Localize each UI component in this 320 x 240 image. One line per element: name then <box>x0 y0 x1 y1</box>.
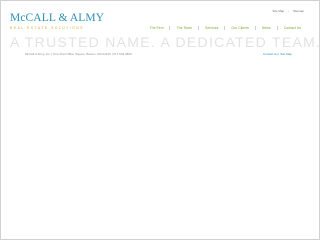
main-nav: The Firm The Team Services Our Clients N… <box>143 26 307 30</box>
logo-wordmark: McCALL & ALMY <box>10 12 105 24</box>
footer-map-link[interactable]: Contact Us | Site Map <box>263 52 292 56</box>
nav-item-the-firm[interactable]: The Firm <box>143 26 171 30</box>
footer-address: McCall & Almy, Inc. | One Post Office Sq… <box>25 52 132 56</box>
hero-tagline: A TRUSTED NAME. A DEDICATED TEAM. <box>10 34 320 50</box>
utility-link-site-map[interactable]: Site Map <box>272 9 284 13</box>
nav-item-the-team[interactable]: The Team <box>170 26 199 30</box>
utility-nav: Site Map | Sitemap <box>272 9 304 13</box>
utility-separator: | <box>288 9 289 13</box>
nav-item-our-clients[interactable]: Our Clients <box>225 26 256 30</box>
logo-subtitle: REAL ESTATE SOLUTIONS <box>10 26 84 30</box>
nav-item-news[interactable]: News <box>256 26 278 30</box>
nav-item-services[interactable]: Services <box>199 26 226 30</box>
utility-link-sitemap[interactable]: Sitemap <box>293 9 304 13</box>
page-frame: Site Map | Sitemap McCALL & ALMY REAL ES… <box>0 0 320 240</box>
nav-item-contact-us[interactable]: Contact Us <box>278 26 307 30</box>
logo[interactable]: McCALL & ALMY REAL ESTATE SOLUTIONS <box>10 12 104 30</box>
